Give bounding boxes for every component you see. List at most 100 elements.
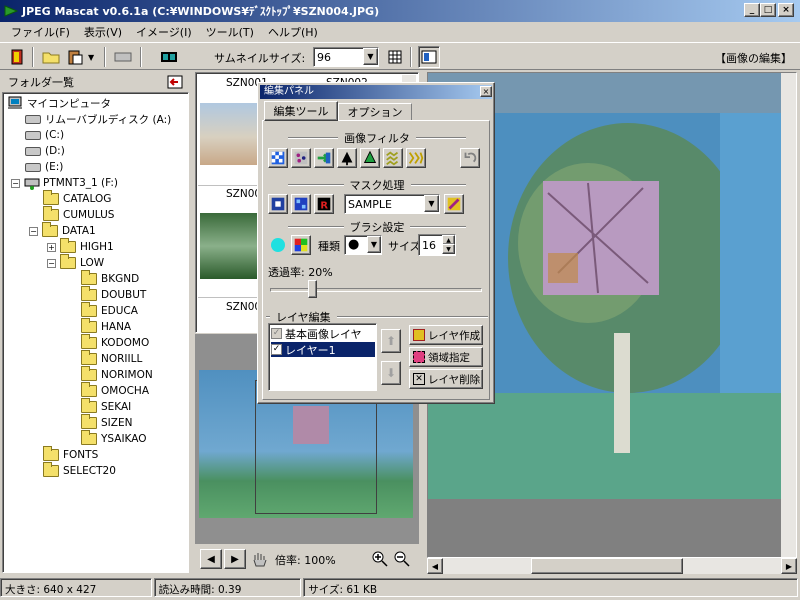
layer-checkbox[interactable]: ✓ [271, 328, 282, 339]
mask-r-icon[interactable]: R [314, 194, 334, 214]
menu-image[interactable]: イメージ(I) [129, 24, 199, 40]
scroll-left-button[interactable]: ◀ [427, 558, 443, 574]
zoom-out-icon[interactable] [393, 550, 411, 568]
layer-checkbox[interactable]: ✓ [271, 344, 282, 355]
chevron-down-icon[interactable]: ▼ [424, 195, 439, 212]
brush-kind-select[interactable]: ● ▼ [344, 235, 382, 255]
exit-button[interactable] [6, 46, 28, 68]
layer-down-button[interactable]: ⬇ [381, 361, 401, 385]
open-folder-button[interactable] [40, 46, 62, 68]
tree-item-data1[interactable]: − DATA1 [29, 222, 96, 239]
filmstrip-button[interactable] [158, 46, 180, 68]
grid-button[interactable] [384, 46, 406, 68]
layer-delete-button[interactable]: ✕ レイヤ削除 [409, 369, 483, 389]
thumbnail-image[interactable] [200, 213, 260, 279]
color-palette-icon[interactable] [291, 235, 311, 255]
tab-options[interactable]: オプション [338, 103, 412, 121]
next-image-button[interactable]: ▶ [224, 549, 246, 569]
chevron-down-icon[interactable]: ▼ [363, 48, 378, 65]
tree-item-omocha[interactable]: OMOCHA [81, 382, 149, 399]
separator [140, 47, 142, 67]
edit-mode-button[interactable] [418, 46, 440, 68]
tree-item-drive-a[interactable]: リムーバブルディスク (A:) [25, 111, 171, 127]
folder-panel-header: フォルダ一覧 [2, 72, 187, 92]
collapse-icon[interactable]: − [47, 258, 56, 268]
tree-item-sekai[interactable]: SEKAI [81, 398, 131, 415]
maximize-button[interactable]: □ [760, 3, 776, 17]
mosaic-filter-icon[interactable] [268, 148, 288, 168]
folder-tree[interactable]: マイコンピュータ リムーバブルディスク (A:) (C:) (D:) (E:) … [2, 92, 189, 573]
tree-item-ysaikao[interactable]: YSAIKAO [81, 430, 147, 447]
tree-outline-filter-icon[interactable] [360, 148, 380, 168]
scroll-right-button[interactable]: ▶ [781, 558, 797, 574]
tree-item-bkgnd[interactable]: BKGND [81, 270, 139, 287]
tree-item-drive-d[interactable]: (D:) [25, 143, 65, 159]
area-select-button[interactable]: 領域指定 [409, 347, 483, 367]
thumbnail-image[interactable] [200, 103, 260, 165]
hand-icon[interactable] [251, 550, 269, 568]
noise-filter-icon[interactable] [291, 148, 311, 168]
mask-select[interactable]: SAMPLE ▼ [344, 194, 440, 214]
tree-item-catalog[interactable]: CATALOG [43, 190, 111, 207]
spin-down-icon[interactable]: ▼ [442, 244, 455, 254]
menu-help[interactable]: ヘルプ(H) [261, 24, 325, 40]
expand-icon[interactable]: + [47, 242, 56, 252]
edit-panel-close-button[interactable]: × [480, 86, 492, 97]
layer-item-layer1[interactable]: ✓ レイヤー1 [271, 342, 375, 357]
prev-image-button[interactable]: ◀ [200, 549, 222, 569]
paste-button[interactable] [64, 46, 86, 68]
mask-edit-icon[interactable] [444, 194, 464, 214]
undo-icon[interactable] [460, 148, 480, 168]
close-pane-icon[interactable] [167, 75, 183, 89]
tree-item-high1[interactable]: + HIGH1 [47, 238, 114, 255]
tree-item-fonts[interactable]: FONTS [43, 446, 98, 463]
tab-edit-tools[interactable]: 編集ツール [264, 101, 338, 121]
thumb-size-select[interactable]: 96 ▼ [313, 47, 379, 67]
close-button[interactable]: × [778, 3, 794, 17]
edit-panel[interactable]: 編集パネル × 編集ツール オプション 画像フィルタ マスク処理 R SAMPL… [257, 82, 495, 404]
chevron-down-icon[interactable]: ▼ [367, 236, 381, 253]
mask-pattern-icon[interactable] [291, 194, 311, 214]
layer-create-button[interactable]: レイヤ作成 [409, 325, 483, 345]
tree-item-educa[interactable]: EDUCA [81, 302, 138, 319]
horizontal-scrollbar[interactable]: ◀ ▶ [427, 558, 797, 574]
collapse-icon[interactable]: − [29, 226, 38, 236]
collapse-icon[interactable]: − [11, 178, 20, 188]
mask-invert-icon[interactable] [268, 194, 288, 214]
arrow-filter-icon[interactable] [314, 148, 334, 168]
tree-item-kodomo[interactable]: KODOMO [81, 334, 149, 351]
wave-filter-icon[interactable] [383, 148, 403, 168]
scroll-thumb[interactable] [531, 558, 683, 574]
zoom-in-icon[interactable] [371, 550, 389, 568]
tree-item-low[interactable]: − LOW [47, 254, 104, 271]
vertical-scrollbar[interactable] [781, 73, 796, 557]
tree-item-drive-c[interactable]: (C:) [25, 127, 64, 143]
tree-item-drive-e[interactable]: (E:) [25, 159, 63, 175]
tree-item-noriill[interactable]: NORIILL [81, 350, 142, 367]
zigzag-filter-icon[interactable] [406, 148, 426, 168]
tree-item-drive-f[interactable]: − PTMNT3_1 (F:) [11, 175, 118, 191]
menu-tools[interactable]: ツール(T) [199, 24, 261, 40]
tree-item-norimon[interactable]: NORIMON [81, 366, 153, 383]
brush-kind-label: 種類 [318, 240, 340, 253]
tree-item-hana[interactable]: HANA [81, 318, 131, 335]
tree-item-select20[interactable]: SELECT20 [43, 462, 116, 479]
layer-up-button[interactable]: ⬆ [381, 329, 401, 353]
tree-filter-icon[interactable] [337, 148, 357, 168]
tree-item-sizen[interactable]: SIZEN [81, 414, 132, 431]
tree-item-computer[interactable]: マイコンピュータ [7, 95, 111, 111]
layer-list[interactable]: ✓ 基本画像レイヤ ✓ レイヤー1 [268, 323, 377, 391]
menu-view[interactable]: 表示(V) [77, 24, 129, 40]
opacity-slider-thumb[interactable] [308, 280, 318, 298]
layer-item-base[interactable]: ✓ 基本画像レイヤ [271, 326, 375, 341]
dropdown-arrow-icon[interactable]: ▼ [88, 53, 94, 62]
menu-file[interactable]: ファイル(F) [4, 24, 77, 40]
opacity-slider-track[interactable] [270, 288, 482, 292]
tree-item-cumulus[interactable]: CUMULUS [43, 206, 114, 223]
rename-button[interactable] [112, 46, 134, 68]
tree-item-doubut[interactable]: DOUBUT [81, 286, 146, 303]
minimize-button[interactable]: _ [744, 3, 760, 17]
brush-color-icon[interactable] [268, 235, 288, 255]
edit-panel-titlebar[interactable]: 編集パネル [260, 85, 492, 99]
brush-size-stepper[interactable]: 16 ▲ ▼ [418, 234, 456, 256]
